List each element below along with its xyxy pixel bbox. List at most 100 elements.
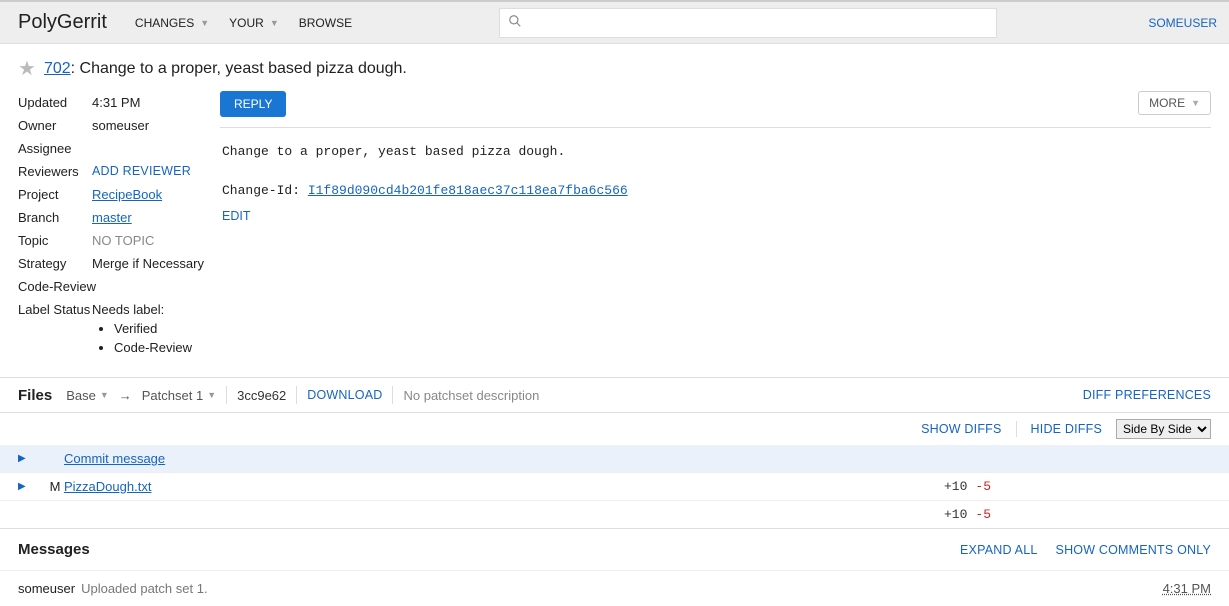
chevron-down-icon: ▼ [1191, 98, 1200, 108]
reviewers-label: Reviewers [18, 162, 92, 181]
diff-toolbar: SHOW DIFFS HIDE DIFFS Side By Side [0, 413, 1229, 445]
topic-value: NO TOPIC [92, 231, 216, 250]
nav-your[interactable]: YOUR ▼ [219, 16, 289, 30]
file-status: M [46, 479, 64, 494]
topic-label: Topic [18, 231, 92, 250]
strategy-value: Merge if Necessary [92, 254, 216, 273]
expand-icon[interactable]: ▶ [18, 481, 28, 492]
commit-message-text: Change to a proper, yeast based pizza do… [222, 144, 565, 159]
nav-changes[interactable]: CHANGES ▼ [125, 16, 219, 30]
lines-removed: -5 [975, 479, 991, 494]
separator [296, 386, 297, 404]
download-link[interactable]: DOWNLOAD [307, 388, 382, 402]
file-row-commit-message[interactable]: ▶ Commit message [0, 445, 1229, 473]
chevron-down-icon: ▼ [100, 390, 109, 400]
show-comments-only-link[interactable]: SHOW COMMENTS ONLY [1056, 543, 1211, 557]
change-number-link[interactable]: 702 [44, 60, 71, 77]
separator [226, 386, 227, 404]
change-heading: 702: Change to a proper, yeast based piz… [44, 60, 407, 78]
lines-added: +10 [944, 479, 967, 494]
nav-changes-label: CHANGES [135, 16, 194, 30]
search-wrap [362, 8, 1134, 38]
base-patchset-label: Base [66, 388, 96, 403]
body-wrap: Updated4:31 PM Ownersomeuser Assignee Re… [0, 91, 1229, 377]
header-bar: PolyGerrit CHANGES ▼ YOUR ▼ BROWSE SOMEUSE… [0, 0, 1229, 44]
search-box[interactable] [499, 8, 997, 38]
separator [1016, 421, 1017, 437]
codereview-value [108, 277, 216, 296]
show-diffs-link[interactable]: SHOW DIFFS [921, 422, 1001, 436]
file-row[interactable]: ▶ M PizzaDough.txt +10 -5 [0, 473, 1229, 501]
updated-label: Updated [18, 93, 92, 112]
search-icon [500, 14, 530, 31]
target-patchset-label: Patchset 1 [142, 388, 203, 403]
nav-browse-label: BROWSE [299, 16, 352, 30]
diff-preferences-link[interactable]: DIFF PREFERENCES [1083, 388, 1211, 402]
assignee-label: Assignee [18, 139, 92, 158]
expand-icon[interactable]: ▶ [18, 453, 28, 464]
change-title-row: ★ 702: Change to a proper, yeast based p… [0, 44, 1229, 91]
expand-all-link[interactable]: EXPAND ALL [960, 543, 1038, 557]
message-author: someuser [18, 581, 75, 596]
files-bar: Files Base ▼ → Patchset 1 ▼ 3cc9e62 DOWNLO… [0, 377, 1229, 413]
meta-panel: Updated4:31 PM Ownersomeuser Assignee Re… [18, 91, 216, 359]
file-link[interactable]: PizzaDough.txt [64, 479, 151, 494]
message-row[interactable]: someuser Uploaded patch set 1. 4:31 PM [0, 571, 1229, 606]
chevron-down-icon: ▼ [270, 18, 279, 28]
add-reviewer-link[interactable]: ADD REVIEWER [92, 162, 216, 181]
more-button-label: MORE [1149, 96, 1185, 110]
total-lines-added: +10 [944, 507, 967, 522]
patchset-description[interactable]: No patchset description [403, 388, 539, 403]
patchset-hash: 3cc9e62 [237, 388, 286, 403]
total-lines-removed: -5 [975, 507, 991, 522]
messages-header: Messages EXPAND ALL SHOW COMMENTS ONLY [0, 529, 1229, 571]
commit-message-file-link[interactable]: Commit message [64, 451, 165, 466]
list-item: Verified [114, 319, 216, 338]
project-link[interactable]: RecipeBook [92, 187, 162, 202]
diff-view-select[interactable]: Side By Side [1116, 419, 1211, 439]
user-menu[interactable]: SOMEUSER [1148, 16, 1217, 30]
nav-your-label: YOUR [229, 16, 264, 30]
branch-link[interactable]: master [92, 210, 132, 225]
messages-label: Messages [18, 541, 90, 558]
commit-message: Change to a proper, yeast based pizza do… [220, 128, 1211, 205]
reply-button[interactable]: REPLY [220, 91, 286, 117]
project-label: Project [18, 185, 92, 204]
more-button[interactable]: MORE ▼ [1138, 91, 1211, 115]
star-icon[interactable]: ★ [18, 56, 36, 81]
assignee-value [92, 139, 216, 158]
labelstatus-label: Label Status [18, 300, 92, 357]
file-totals-row: +10 -5 [0, 501, 1229, 529]
edit-commit-message-link[interactable]: EDIT [220, 205, 252, 223]
change-id-link[interactable]: I1f89d090cd4b201fe818aec37c118ea7fba6c56… [308, 183, 628, 198]
main-panel: REPLY MORE ▼ Change to a proper, yeast ba… [220, 91, 1211, 359]
change-title: : Change to a proper, yeast based pizza … [71, 60, 407, 77]
action-bar: REPLY MORE ▼ [220, 91, 1211, 128]
owner-value[interactable]: someuser [92, 116, 216, 135]
app-logo[interactable]: PolyGerrit [18, 11, 107, 34]
base-patchset-selector[interactable]: Base ▼ [66, 388, 109, 403]
list-item: Code-Review [114, 338, 216, 357]
arrow-icon: → [119, 388, 132, 403]
files-label: Files [18, 387, 52, 404]
separator [392, 386, 393, 404]
needed-labels-list: Verified Code-Review [92, 319, 216, 357]
target-patchset-selector[interactable]: Patchset 1 ▼ [142, 388, 216, 403]
chevron-down-icon: ▼ [207, 390, 216, 400]
change-id-key: Change-Id: [222, 183, 308, 198]
nav-browse[interactable]: BROWSE [289, 16, 362, 30]
search-input[interactable] [530, 9, 996, 37]
strategy-label: Strategy [18, 254, 92, 273]
updated-value: 4:31 PM [92, 93, 216, 112]
codereview-label: Code-Review [18, 277, 108, 296]
message-text: Uploaded patch set 1. [81, 581, 207, 596]
labelstatus-text: Needs label: [92, 302, 164, 317]
owner-label: Owner [18, 116, 92, 135]
hide-diffs-link[interactable]: HIDE DIFFS [1031, 422, 1102, 436]
totals-delta: +10 -5 [944, 507, 991, 522]
branch-label: Branch [18, 208, 92, 227]
labelstatus-value: Needs label: Verified Code-Review [92, 300, 216, 357]
chevron-down-icon: ▼ [200, 18, 209, 28]
file-delta: +10 -5 [944, 479, 991, 494]
message-time: 4:31 PM [1163, 581, 1211, 596]
